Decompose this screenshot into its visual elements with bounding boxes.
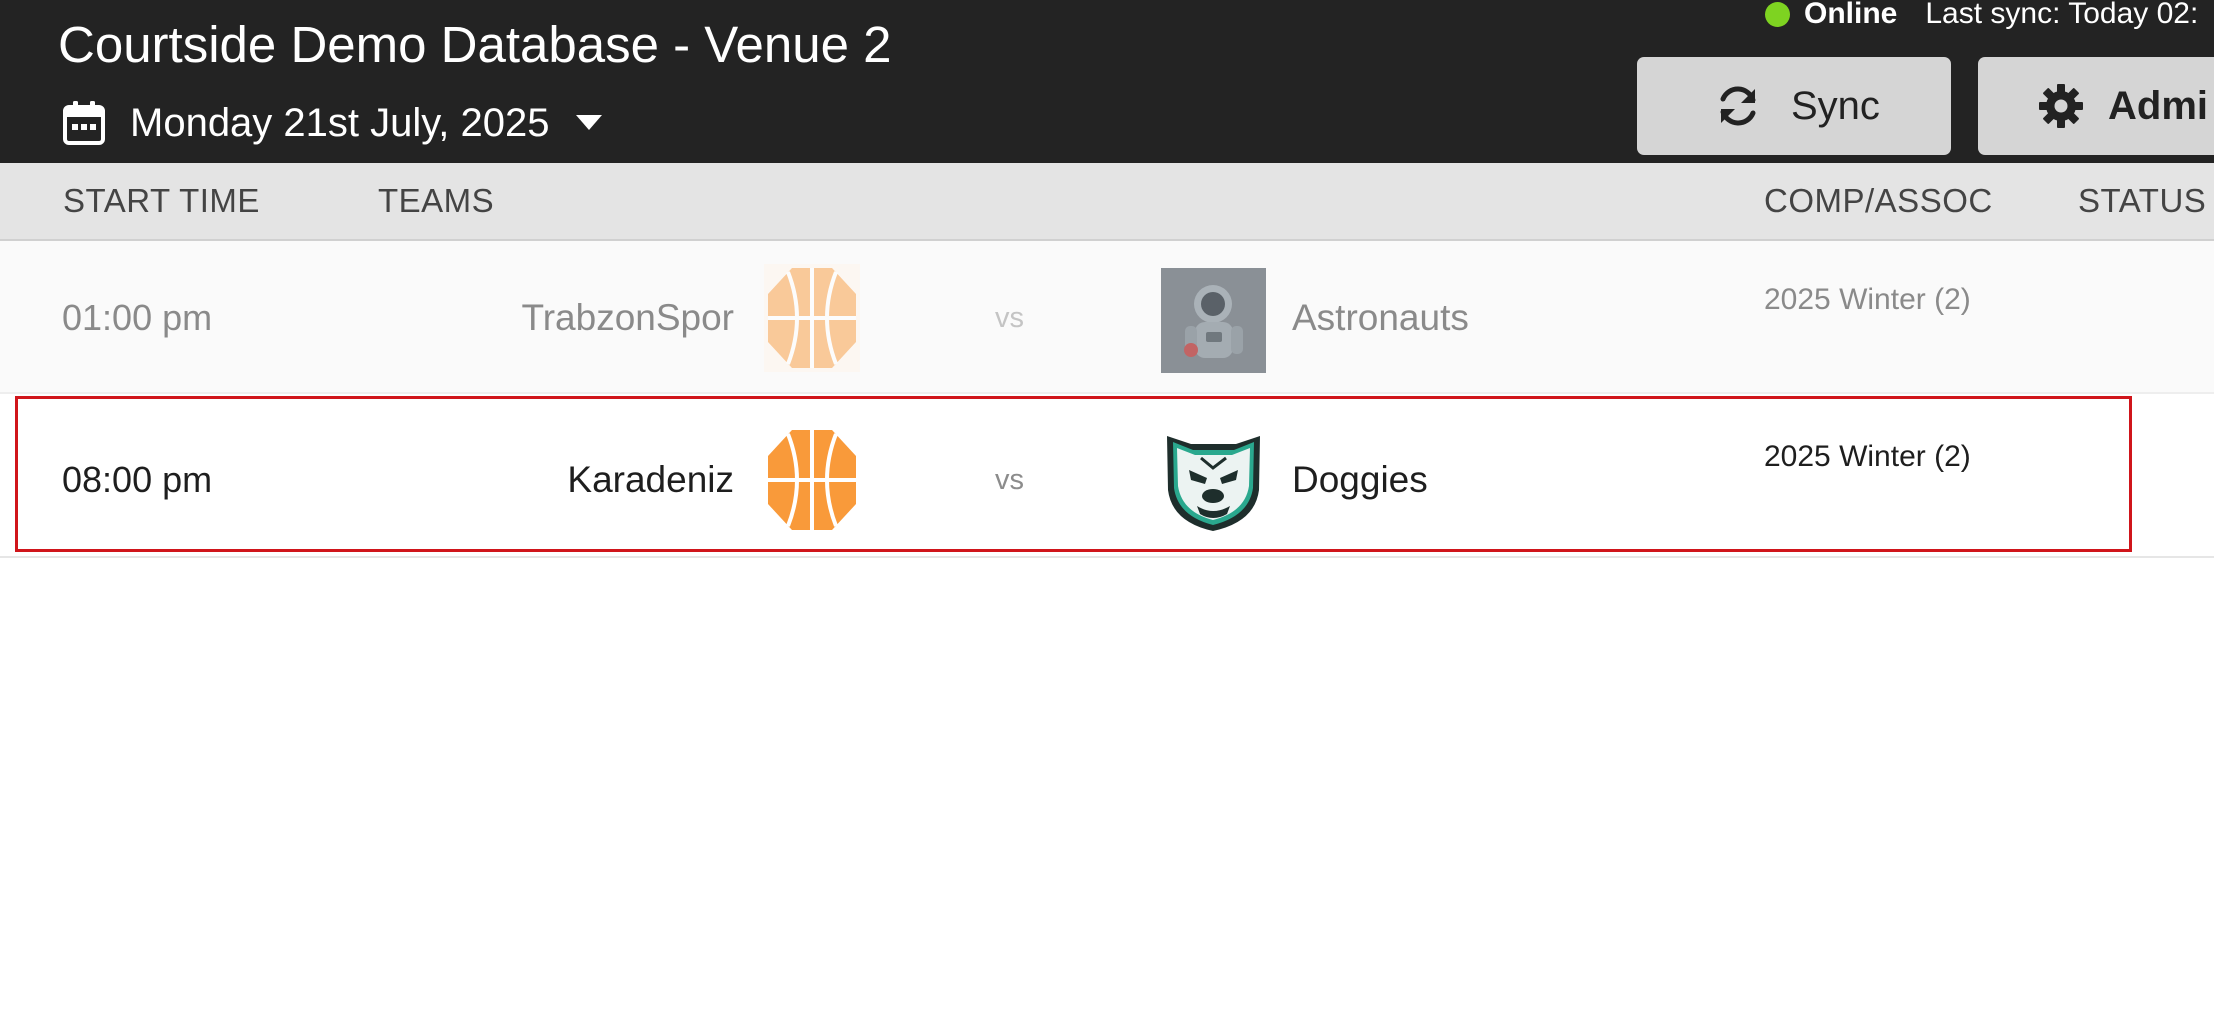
- table-header: START TIME TEAMS COMP/ASSOC STATUS: [0, 163, 2214, 241]
- comp-assoc: 2025 Winter (2): [1764, 283, 1971, 316]
- home-team-name: TrabzonSpor: [521, 297, 734, 338]
- column-teams[interactable]: TEAMS: [378, 163, 494, 239]
- sync-button[interactable]: Sync: [1637, 57, 1951, 155]
- home-team-name: Karadeniz: [567, 459, 734, 500]
- match-row-selected[interactable]: 08:00 pm Karadeniz vs Doggies 2025 Winte…: [0, 396, 2214, 558]
- match-start-time: 01:00 pm: [62, 297, 213, 338]
- versus-label: vs: [995, 302, 1024, 334]
- top-bar: Courtside Demo Database - Venue 2 Monday…: [0, 0, 2214, 163]
- versus-label: vs: [995, 464, 1024, 496]
- connection-status: Online Last sync: Today 02:: [1765, 0, 2199, 30]
- online-indicator-icon: [1765, 1, 1790, 27]
- match-row[interactable]: 01:00 pm TrabzonSpor vs Astronauts 2025 …: [0, 241, 2214, 394]
- column-status[interactable]: STATUS: [2078, 163, 2206, 239]
- basketball-icon: [764, 264, 860, 372]
- page-title: Courtside Demo Database - Venue 2: [58, 16, 892, 73]
- bulldog-icon: [1161, 428, 1266, 533]
- last-sync-label: Last sync: Today 02:: [1925, 0, 2199, 30]
- basketball-icon: [768, 430, 856, 530]
- astronaut-icon: [1161, 268, 1266, 373]
- column-start-time[interactable]: START TIME: [63, 163, 260, 239]
- app-window: Courtside Demo Database - Venue 2 Monday…: [0, 0, 2214, 1017]
- away-team-name: Astronauts: [1292, 297, 1469, 338]
- away-team-name: Doggies: [1292, 459, 1428, 500]
- selected-date: Monday 21st July, 2025: [130, 100, 550, 145]
- admin-button-label: Admi: [2108, 83, 2208, 128]
- sync-button-label: Sync: [1791, 83, 1880, 128]
- online-label: Online: [1804, 0, 1898, 30]
- calendar-icon: [63, 101, 105, 145]
- match-start-time: 08:00 pm: [62, 459, 213, 500]
- column-comp-assoc[interactable]: COMP/ASSOC: [1764, 163, 1993, 239]
- caret-down-icon: [575, 115, 602, 130]
- sync-icon: [1720, 86, 1756, 126]
- gear-icon: [2039, 84, 2083, 128]
- date-picker[interactable]: Monday 21st July, 2025: [62, 94, 602, 152]
- admin-button[interactable]: Admi: [1978, 57, 2214, 155]
- comp-assoc: 2025 Winter (2): [1764, 440, 1971, 473]
